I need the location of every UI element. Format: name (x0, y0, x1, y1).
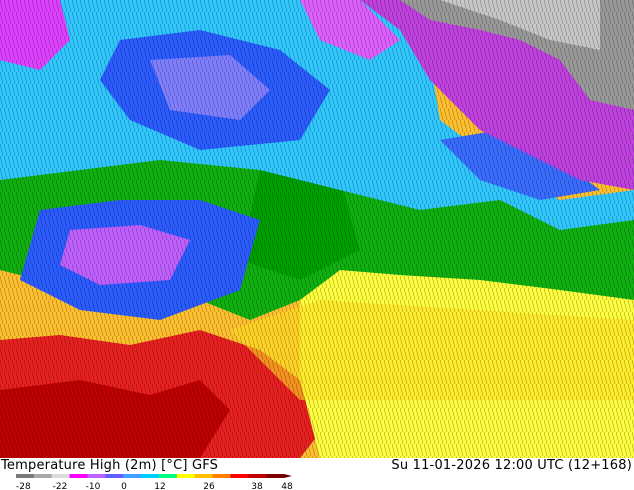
map-title: Temperature High (2m) [°C] GFS (1, 458, 219, 473)
legend-swatch (33, 474, 53, 478)
run-time-label: Su 11-01-2026 12:00 UTC (12+168) (391, 458, 632, 473)
temperature-map (0, 0, 634, 458)
legend-swatch (141, 474, 160, 478)
legend-swatch (69, 474, 88, 478)
legend-swatch (51, 474, 71, 478)
color-legend: -28 -22 -10 0 12 26 38 48 (16, 474, 293, 490)
legend-swatch (230, 474, 249, 478)
legend-tick-label: -22 (53, 482, 68, 490)
legend-tick-label: -28 (16, 482, 31, 490)
legend-tick-label: 12 (154, 482, 165, 490)
legend-tick-label: -10 (86, 482, 101, 490)
legend-arrow (284, 474, 292, 478)
legend-tick-label: 26 (203, 482, 215, 490)
footer-bar: Temperature High (2m) [°C] GFS Su 11-01-… (0, 458, 634, 490)
legend-swatch (87, 474, 106, 478)
legend-tick-label: 38 (251, 482, 263, 490)
legend-swatch (176, 474, 196, 478)
legend-swatch (248, 474, 267, 478)
legend-swatch (266, 474, 285, 478)
legend-swatch (105, 474, 124, 478)
legend-swatch (16, 474, 35, 478)
legend-swatch (158, 474, 178, 478)
legend-tick-label: 0 (121, 482, 127, 490)
legend-swatch (123, 474, 142, 478)
legend-swatch (194, 474, 214, 478)
legend-swatch (212, 474, 231, 478)
map-viewer: Temperature High (2m) [°C] GFS Su 11-01-… (0, 0, 634, 490)
legend-tick-label: 48 (281, 482, 293, 490)
